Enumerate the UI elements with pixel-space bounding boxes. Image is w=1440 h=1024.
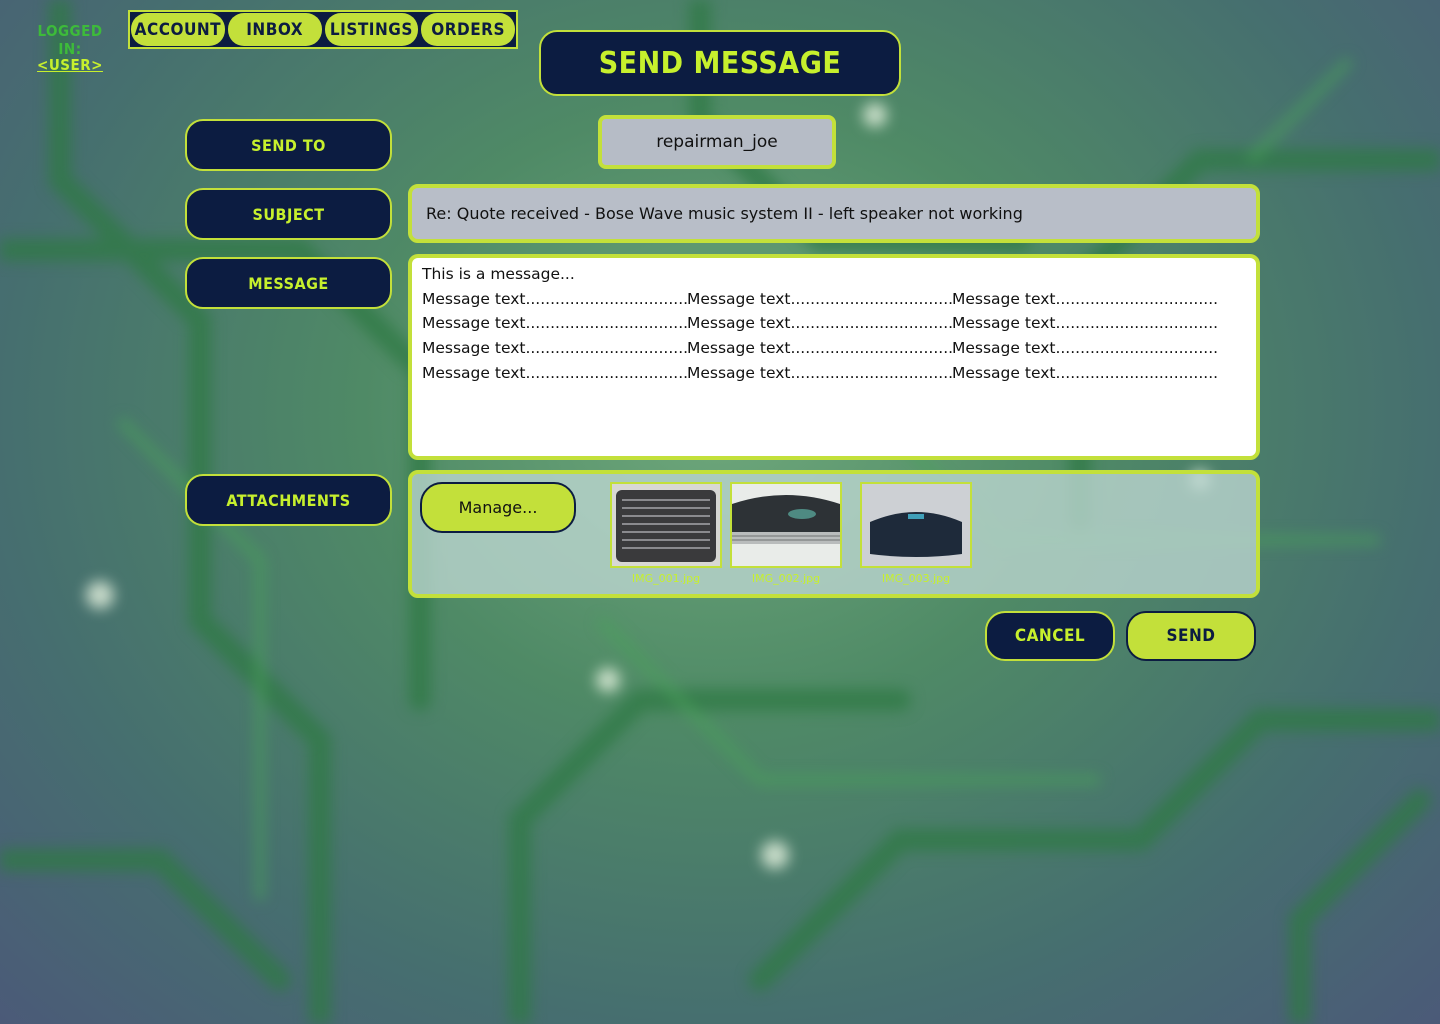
nav-orders-button[interactable]: ORDERS [421, 13, 515, 46]
message-text: Message text............................… [422, 314, 687, 333]
message-text: Message text............................… [422, 339, 687, 358]
message-text: Message text............................… [687, 339, 952, 358]
attachments-panel: Manage... IMG_001.jpg IMG_002.jpg IMG_00… [408, 470, 1260, 598]
logged-in-label: LOGGED IN: [37, 22, 103, 58]
subject-field[interactable]: Re: Quote received - Bose Wave music sys… [408, 184, 1260, 243]
message-row: Message text............................… [422, 287, 1246, 312]
nav-listings-button[interactable]: LISTINGS [324, 13, 419, 46]
attachment-thumbnail[interactable] [730, 482, 842, 568]
attachment-filename: IMG_001.jpg [631, 572, 701, 585]
attachments-label: ATTACHMENTS [185, 474, 392, 526]
manage-attachments-button[interactable]: Manage... [420, 482, 576, 533]
message-row: Message text............................… [422, 336, 1246, 361]
message-first-line: This is a message... [422, 265, 575, 283]
message-text: Message text............................… [422, 289, 687, 308]
message-text: Message text............................… [952, 289, 1217, 308]
attachment-filename: IMG_002.jpg [751, 572, 821, 585]
message-row: Message text............................… [422, 361, 1246, 386]
main-nav: ACCOUNT INBOX LISTINGS ORDERS [128, 10, 518, 49]
nav-account-button[interactable]: ACCOUNT [131, 13, 225, 46]
message-text: Message text............................… [952, 314, 1217, 333]
message-body-textarea[interactable]: This is a message... Message text.......… [408, 254, 1260, 460]
message-text: Message text............................… [952, 363, 1217, 382]
message-text: Message text............................… [687, 314, 952, 333]
message-text: Message text............................… [422, 363, 687, 382]
cancel-button[interactable]: CANCEL [985, 611, 1115, 661]
send-button[interactable]: SEND [1126, 611, 1256, 661]
subject-label: SUBJECT [185, 188, 392, 240]
send-to-label: SEND TO [185, 119, 392, 171]
send-to-field[interactable]: repairman_joe [598, 115, 836, 169]
message-label: MESSAGE [185, 257, 392, 309]
message-text: Message text............................… [952, 339, 1217, 358]
attachment-filename: IMG_003.jpg [881, 572, 951, 585]
speaker-grille-image [612, 484, 720, 566]
attachment-thumbnail[interactable] [860, 482, 972, 568]
page-title: SEND MESSAGE [539, 30, 901, 96]
bose-unit-image [862, 484, 970, 566]
message-row: Message text............................… [422, 311, 1246, 336]
message-text: Message text............................… [687, 289, 952, 308]
nav-inbox-button[interactable]: INBOX [227, 13, 322, 46]
attachment-thumbnail[interactable] [610, 482, 722, 568]
speaker-closeup-image [732, 484, 840, 566]
message-text: Message text............................… [687, 363, 952, 382]
user-link[interactable]: <USER> [30, 56, 110, 74]
